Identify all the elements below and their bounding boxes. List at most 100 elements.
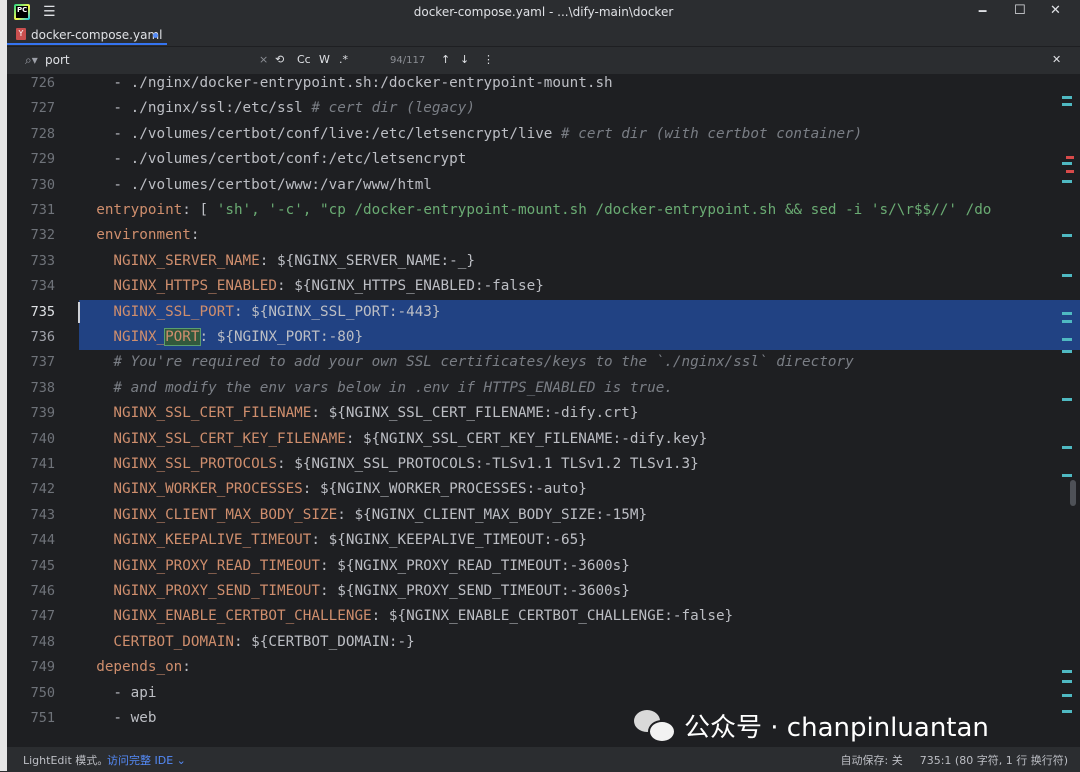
regex-button[interactable]: .*	[339, 53, 348, 67]
code-line[interactable]: 730 - ./volumes/certbot/www:/var/www/htm…	[7, 173, 1080, 198]
code-text: NGINX_ENABLE_CERTBOT_CHALLENGE: ${NGINX_…	[79, 604, 733, 629]
clear-search-button[interactable]: ×	[259, 53, 268, 67]
code-text: CERTBOT_DOMAIN: ${CERTBOT_DOMAIN:-}	[79, 630, 415, 655]
line-number: 751	[30, 710, 55, 726]
line-number: 729	[30, 151, 55, 168]
plain-text: - ./volumes/certbot/conf/live:/etc/letse…	[79, 125, 562, 142]
previous-occurrence-button[interactable]: ↑	[441, 53, 450, 67]
yaml-value: : ${NGINX_SSL_PROTOCOLS:-TLSv1.1 TLSv1.2…	[276, 456, 699, 472]
whole-words-button[interactable]: W	[319, 53, 330, 67]
code-line[interactable]: 738 # and modify the env vars below in .…	[7, 376, 1080, 401]
code-text: NGINX_SSL_CERT_FILENAME: ${NGINX_SSL_CER…	[79, 401, 639, 426]
code-line[interactable]: 744 NGINX_KEEPALIVE_TIMEOUT: ${NGINX_KEE…	[7, 528, 1080, 553]
code-line[interactable]: 726 - ./nginx/docker-entrypoint.sh:/dock…	[7, 74, 1080, 96]
code-line[interactable]: 749 depends_on:	[7, 655, 1080, 680]
code-text: environment:	[79, 223, 200, 248]
plain-text: - api	[79, 684, 157, 701]
line-number: 732	[30, 227, 55, 244]
code-text: - ./volumes/certbot/www:/var/www/html	[79, 173, 432, 198]
code-line[interactable]: 728 - ./volumes/certbot/conf/live:/etc/l…	[7, 122, 1080, 147]
code-line[interactable]: 741 NGINX_SSL_PROTOCOLS: ${NGINX_SSL_PRO…	[7, 452, 1080, 477]
tab-docker-compose-yaml[interactable]: Y docker-compose.yaml	[7, 24, 167, 45]
search-icon[interactable]: ⌕▾	[25, 53, 38, 68]
match-case-button[interactable]: Cc	[297, 53, 311, 67]
code-text: - ./nginx/docker-entrypoint.sh:/docker-e…	[79, 74, 613, 96]
code-line[interactable]: 731 entrypoint: [ 'sh', '-c', "cp /docke…	[7, 198, 1080, 223]
line-number: 738	[30, 379, 55, 396]
yaml-value: :	[182, 659, 191, 676]
more-options-icon[interactable]: ⋮	[483, 53, 494, 67]
close-find-button[interactable]: ✕	[1052, 53, 1061, 67]
code-line[interactable]: 734 NGINX_HTTPS_ENABLED: ${NGINX_HTTPS_E…	[7, 274, 1080, 299]
line-number: 730	[30, 176, 55, 193]
yaml-value: :	[190, 227, 200, 244]
minimize-button[interactable]: 🗕	[978, 3, 987, 19]
code-line[interactable]: 735 NGINX_SSL_PORT: ${NGINX_SSL_PORT:-44…	[7, 299, 1080, 325]
code-text: NGINX_PROXY_READ_TIMEOUT: ${NGINX_PROXY_…	[79, 554, 629, 579]
yaml-key: environment	[79, 227, 191, 244]
scrollbar-thumb[interactable]	[1070, 480, 1076, 506]
code-text: NGINX_SSL_PORT: ${NGINX_SSL_PORT:-443}	[79, 300, 440, 325]
yaml-key: CERTBOT_DOMAIN	[79, 633, 234, 650]
yaml-key: NGINX_SSL_PROTOCOLS	[79, 456, 277, 472]
open-full-ide-link[interactable]: 访问完整 IDE ⌄	[107, 752, 186, 768]
code-line[interactable]: 739 NGINX_SSL_CERT_FILENAME: ${NGINX_SSL…	[7, 401, 1080, 426]
plain-text: - ./nginx/docker-entrypoint.sh:/docker-e…	[79, 75, 613, 91]
code-line[interactable]: 737 # You're required to add your own SS…	[7, 350, 1080, 375]
plain-text: - ./nginx/ssl:/etc/ssl	[79, 100, 312, 117]
yaml-key: NGINX_SSL_CERT_KEY_FILENAME	[79, 430, 346, 447]
yaml-value: : ${NGINX_SSL_CERT_FILENAME:-dify.crt}	[311, 405, 639, 422]
editor-window: PC ☰ docker-compose.yaml - ...\dify-main…	[7, 0, 1080, 772]
code-text: NGINX_SSL_CERT_KEY_FILENAME: ${NGINX_SSL…	[79, 427, 707, 452]
tab-label: docker-compose.yaml	[31, 28, 163, 42]
code-text: NGINX_PORT: ${NGINX_PORT:-80}	[79, 325, 363, 350]
code-editor[interactable]: 726 - ./nginx/docker-entrypoint.sh:/dock…	[7, 74, 1080, 746]
code-line[interactable]: 727 - ./nginx/ssl:/etc/ssl # cert dir (l…	[7, 96, 1080, 121]
line-number: 739	[30, 405, 55, 422]
search-input[interactable]	[45, 51, 255, 69]
yaml-value: : ${NGINX_CLIENT_MAX_BODY_SIZE:-15M}	[337, 506, 648, 523]
line-number: 727	[30, 100, 55, 117]
line-number: 744	[30, 532, 55, 549]
yaml-key: NGINX_PROXY_READ_TIMEOUT	[79, 557, 321, 574]
code-text: - ./nginx/ssl:/etc/ssl # cert dir (legac…	[79, 96, 475, 121]
line-number: 728	[30, 125, 55, 142]
line-number: 743	[30, 506, 55, 523]
scrollbar-markers[interactable]	[1062, 74, 1074, 746]
yaml-value: : ${CERTBOT_DOMAIN:-}	[233, 633, 415, 650]
code-text: # You're required to add your own SSL ce…	[79, 350, 853, 375]
code-line[interactable]: 740 NGINX_SSL_CERT_KEY_FILENAME: ${NGINX…	[7, 427, 1080, 452]
code-line[interactable]: 747 NGINX_ENABLE_CERTBOT_CHALLENGE: ${NG…	[7, 604, 1080, 629]
yaml-value: : ${NGINX_WORKER_PROCESSES:-auto}	[302, 481, 587, 498]
code-text: NGINX_PROXY_SEND_TIMEOUT: ${NGINX_PROXY_…	[79, 579, 629, 604]
caret-position[interactable]: 735:1 (80 字符, 1 行 换行符)	[920, 754, 1068, 767]
plain-text: - ./volumes/certbot/conf:/etc/letsencryp…	[79, 151, 467, 168]
yaml-value: : ${NGINX_KEEPALIVE_TIMEOUT:-65}	[311, 532, 587, 549]
close-window-button[interactable]: ✕	[1050, 3, 1061, 19]
yaml-value: : ${NGINX_HTTPS_ENABLED:-false}	[276, 278, 544, 295]
autosave-status[interactable]: 自动保存: 关	[841, 754, 903, 767]
code-line[interactable]: 729 - ./volumes/certbot/conf:/etc/letsen…	[7, 147, 1080, 172]
line-number: 747	[30, 608, 55, 625]
code-line[interactable]: 745 NGINX_PROXY_READ_TIMEOUT: ${NGINX_PR…	[7, 554, 1080, 579]
code-text: - ./volumes/certbot/conf/live:/etc/letse…	[79, 122, 862, 147]
line-number: 750	[30, 684, 55, 701]
yaml-key: NGINX_SSL_CERT_FILENAME	[79, 405, 312, 422]
plain-text: - ./volumes/certbot/www:/var/www/html	[79, 176, 432, 193]
code-line[interactable]: 733 NGINX_SERVER_NAME: ${NGINX_SERVER_NA…	[7, 249, 1080, 274]
yaml-key: NGINX_PROXY_SEND_TIMEOUT	[79, 583, 321, 599]
code-text: NGINX_SSL_PROTOCOLS: ${NGINX_SSL_PROTOCO…	[79, 452, 699, 477]
maximize-button[interactable]: ☐	[1014, 3, 1026, 19]
code-line[interactable]: 742 NGINX_WORKER_PROCESSES: ${NGINX_WORK…	[7, 477, 1080, 502]
code-text: NGINX_SERVER_NAME: ${NGINX_SERVER_NAME:-…	[79, 249, 475, 274]
yaml-key: NGINX_SERVER_NAME	[79, 252, 260, 269]
code-line[interactable]: 748 CERTBOT_DOMAIN: ${CERTBOT_DOMAIN:-}	[7, 630, 1080, 655]
code-line[interactable]: 732 environment:	[7, 223, 1080, 248]
wechat-logo-icon	[632, 708, 676, 743]
status-right: 自动保存: 关 735:1 (80 字符, 1 行 换行符)	[841, 752, 1068, 768]
new-line-icon[interactable]: ⟲	[275, 53, 284, 67]
code-line[interactable]: 746 NGINX_PROXY_SEND_TIMEOUT: ${NGINX_PR…	[7, 579, 1080, 604]
code-line[interactable]: 736 NGINX_PORT: ${NGINX_PORT:-80}	[7, 325, 1080, 351]
code-line[interactable]: 743 NGINX_CLIENT_MAX_BODY_SIZE: ${NGINX_…	[7, 503, 1080, 528]
next-occurrence-button[interactable]: ↓	[460, 53, 469, 67]
